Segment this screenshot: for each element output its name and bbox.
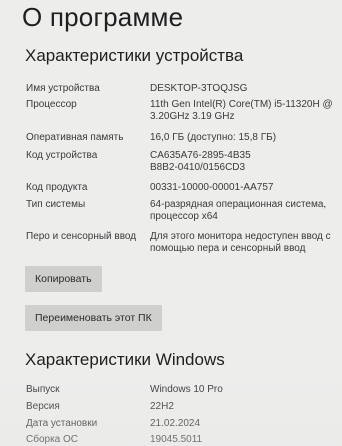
copy-button[interactable]: Копировать [25, 266, 102, 292]
device-specs-heading: Характеристики устройства [25, 46, 244, 65]
spec-value[interactable]: DESKTOP-3TOQJSG [150, 83, 340, 95]
rename-pc-button[interactable]: Переименовать этот ПК [25, 305, 162, 331]
spec-label: Тип системы [26, 199, 86, 210]
windows-specs-heading: Характеристики Windows [25, 350, 225, 369]
spec-label: Сборка ОС [26, 434, 79, 445]
spec-label: Код продукта [26, 182, 88, 193]
spec-value[interactable]: 22H2 [150, 401, 340, 413]
spec-label: Оперативная память [26, 132, 124, 143]
spec-label: Код устройства [26, 150, 98, 161]
spec-value[interactable]: 21.02.2024 [150, 418, 340, 430]
page-title: О программе [22, 2, 184, 32]
spec-value[interactable]: 11th Gen Intel(R) Core(TM) i5-11320H @ 3… [150, 99, 340, 123]
spec-value[interactable]: 00331-10000-00001-AA757 [150, 182, 340, 194]
spec-label: Процессор [26, 99, 77, 110]
spec-value[interactable]: 64-разрядная операционная система, проце… [150, 199, 340, 223]
spec-value[interactable]: Для этого монитора недоступен ввод с пом… [150, 231, 340, 255]
spec-value[interactable]: Windows 10 Pro [150, 384, 340, 396]
spec-value[interactable]: 16,0 ГБ (доступно: 15,8 ГБ) [150, 132, 340, 144]
spec-label: Перо и сенсорный ввод [26, 231, 137, 242]
spec-label: Версия [26, 401, 60, 412]
spec-value[interactable]: CA635A76-2895-4B35 B8B2-0410/0156CD3 [150, 150, 340, 174]
spec-label: Имя устройства [26, 83, 100, 94]
spec-value[interactable]: 19045.5011 [150, 434, 340, 446]
spec-label: Дата установки [26, 418, 98, 429]
spec-label: Выпуск [26, 384, 60, 395]
